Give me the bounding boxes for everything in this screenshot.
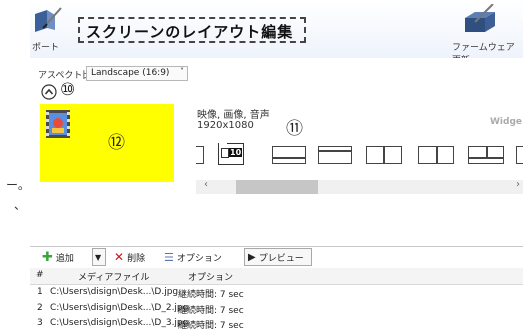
row-media-file: C:\Users\disign\Desk...\D_3.jpg: [50, 318, 189, 328]
media-type-text: 映像, 画像, 音声: [197, 110, 270, 121]
add-button[interactable]: ✚ 追加: [38, 248, 78, 266]
column-header-option: オプション: [188, 273, 234, 283]
layout-template-label: 10: [229, 148, 243, 157]
page-title: スクリーンのレイアウト編集: [78, 17, 306, 43]
row-media-file: C:\Users\disign\Desk...\D_2.jpg: [50, 303, 189, 313]
preview-button[interactable]: ▶ プレビュー: [244, 248, 312, 266]
layout-template[interactable]: [272, 146, 306, 164]
row-option: 継続時間: 7 sec: [178, 321, 244, 331]
layout-template[interactable]: [468, 146, 504, 164]
scroll-right-icon[interactable]: ›: [516, 179, 520, 190]
callout-12: ⑫: [108, 133, 125, 153]
row-option: 継続時間: 7 sec: [178, 306, 244, 316]
video-file-icon: [46, 110, 70, 138]
list-settings-icon: ☰: [164, 250, 174, 264]
layout-template[interactable]: [366, 146, 402, 164]
media-toolbar: ✚ 追加 ▼ ✕ 削除 ☰ オプション ▶ プレビュー: [30, 248, 523, 268]
layout-template[interactable]: [418, 146, 454, 164]
plus-icon: ✚: [42, 249, 53, 265]
collapse-toggle[interactable]: [41, 84, 57, 100]
column-header-media-file: メディアファイル: [78, 273, 150, 283]
callout-11: ⑪: [286, 119, 303, 139]
row-number: 3: [37, 318, 43, 328]
widget-label: Widge: [490, 117, 523, 127]
layout-template[interactable]: [196, 146, 204, 164]
add-dropdown-button[interactable]: ▼: [92, 248, 106, 266]
delete-x-icon: ✕: [114, 250, 125, 264]
media-table-header: # メディアファイル オプション: [30, 268, 523, 285]
aspect-ratio-select[interactable]: Landscape (16:9) ˅: [86, 66, 188, 81]
table-row[interactable]: 1 C:\Users\disign\Desk...\D.jpg 継続時間: 7 …: [30, 285, 523, 301]
caret-down-icon: ▼: [95, 252, 102, 262]
delete-button[interactable]: ✕ 削除: [110, 248, 149, 266]
resolution-text: 1920x1080: [197, 120, 254, 131]
page-text-fragment: ー。: [6, 178, 30, 192]
play-icon: ▶: [248, 251, 256, 263]
scroll-left-icon[interactable]: ‹: [204, 179, 208, 190]
export-button-label[interactable]: ポート: [32, 40, 59, 53]
aspect-ratio-value: Landscape (16:9): [91, 68, 170, 78]
background-page: [0, 0, 30, 326]
chevron-down-icon: ˅: [180, 67, 184, 76]
table-row[interactable]: 3 C:\Users\disign\Desk...\D_3.jpg 継続時間: …: [30, 316, 523, 332]
table-row[interactable]: 2 C:\Users\disign\Desk...\D_2.jpg 継続時間: …: [30, 301, 523, 317]
divider: [30, 246, 523, 247]
firmware-update-icon[interactable]: [463, 3, 497, 36]
row-media-file: C:\Users\disign\Desk...\D.jpg: [50, 287, 179, 297]
callout-10: ⑩: [60, 80, 76, 100]
row-number: 1: [37, 287, 43, 297]
scrollbar-thumb[interactable]: [236, 180, 318, 194]
layout-template[interactable]: [318, 146, 352, 164]
delete-button-label: 削除: [127, 253, 146, 264]
page-text-fragment: 、: [14, 198, 27, 212]
layout-template[interactable]: [516, 146, 523, 164]
preview-button-label: プレビュー: [258, 253, 304, 264]
row-option: 継続時間: 7 sec: [178, 290, 244, 300]
options-button-label: オプション: [176, 253, 222, 264]
add-button-label: 追加: [55, 253, 74, 264]
layout-template-selected[interactable]: 10: [218, 141, 244, 165]
row-number: 2: [37, 303, 43, 313]
chevron-up-circle-icon: [41, 84, 57, 100]
column-header-number: #: [36, 270, 44, 280]
options-button[interactable]: ☰ オプション: [160, 248, 226, 266]
export-icon[interactable]: [33, 6, 63, 34]
